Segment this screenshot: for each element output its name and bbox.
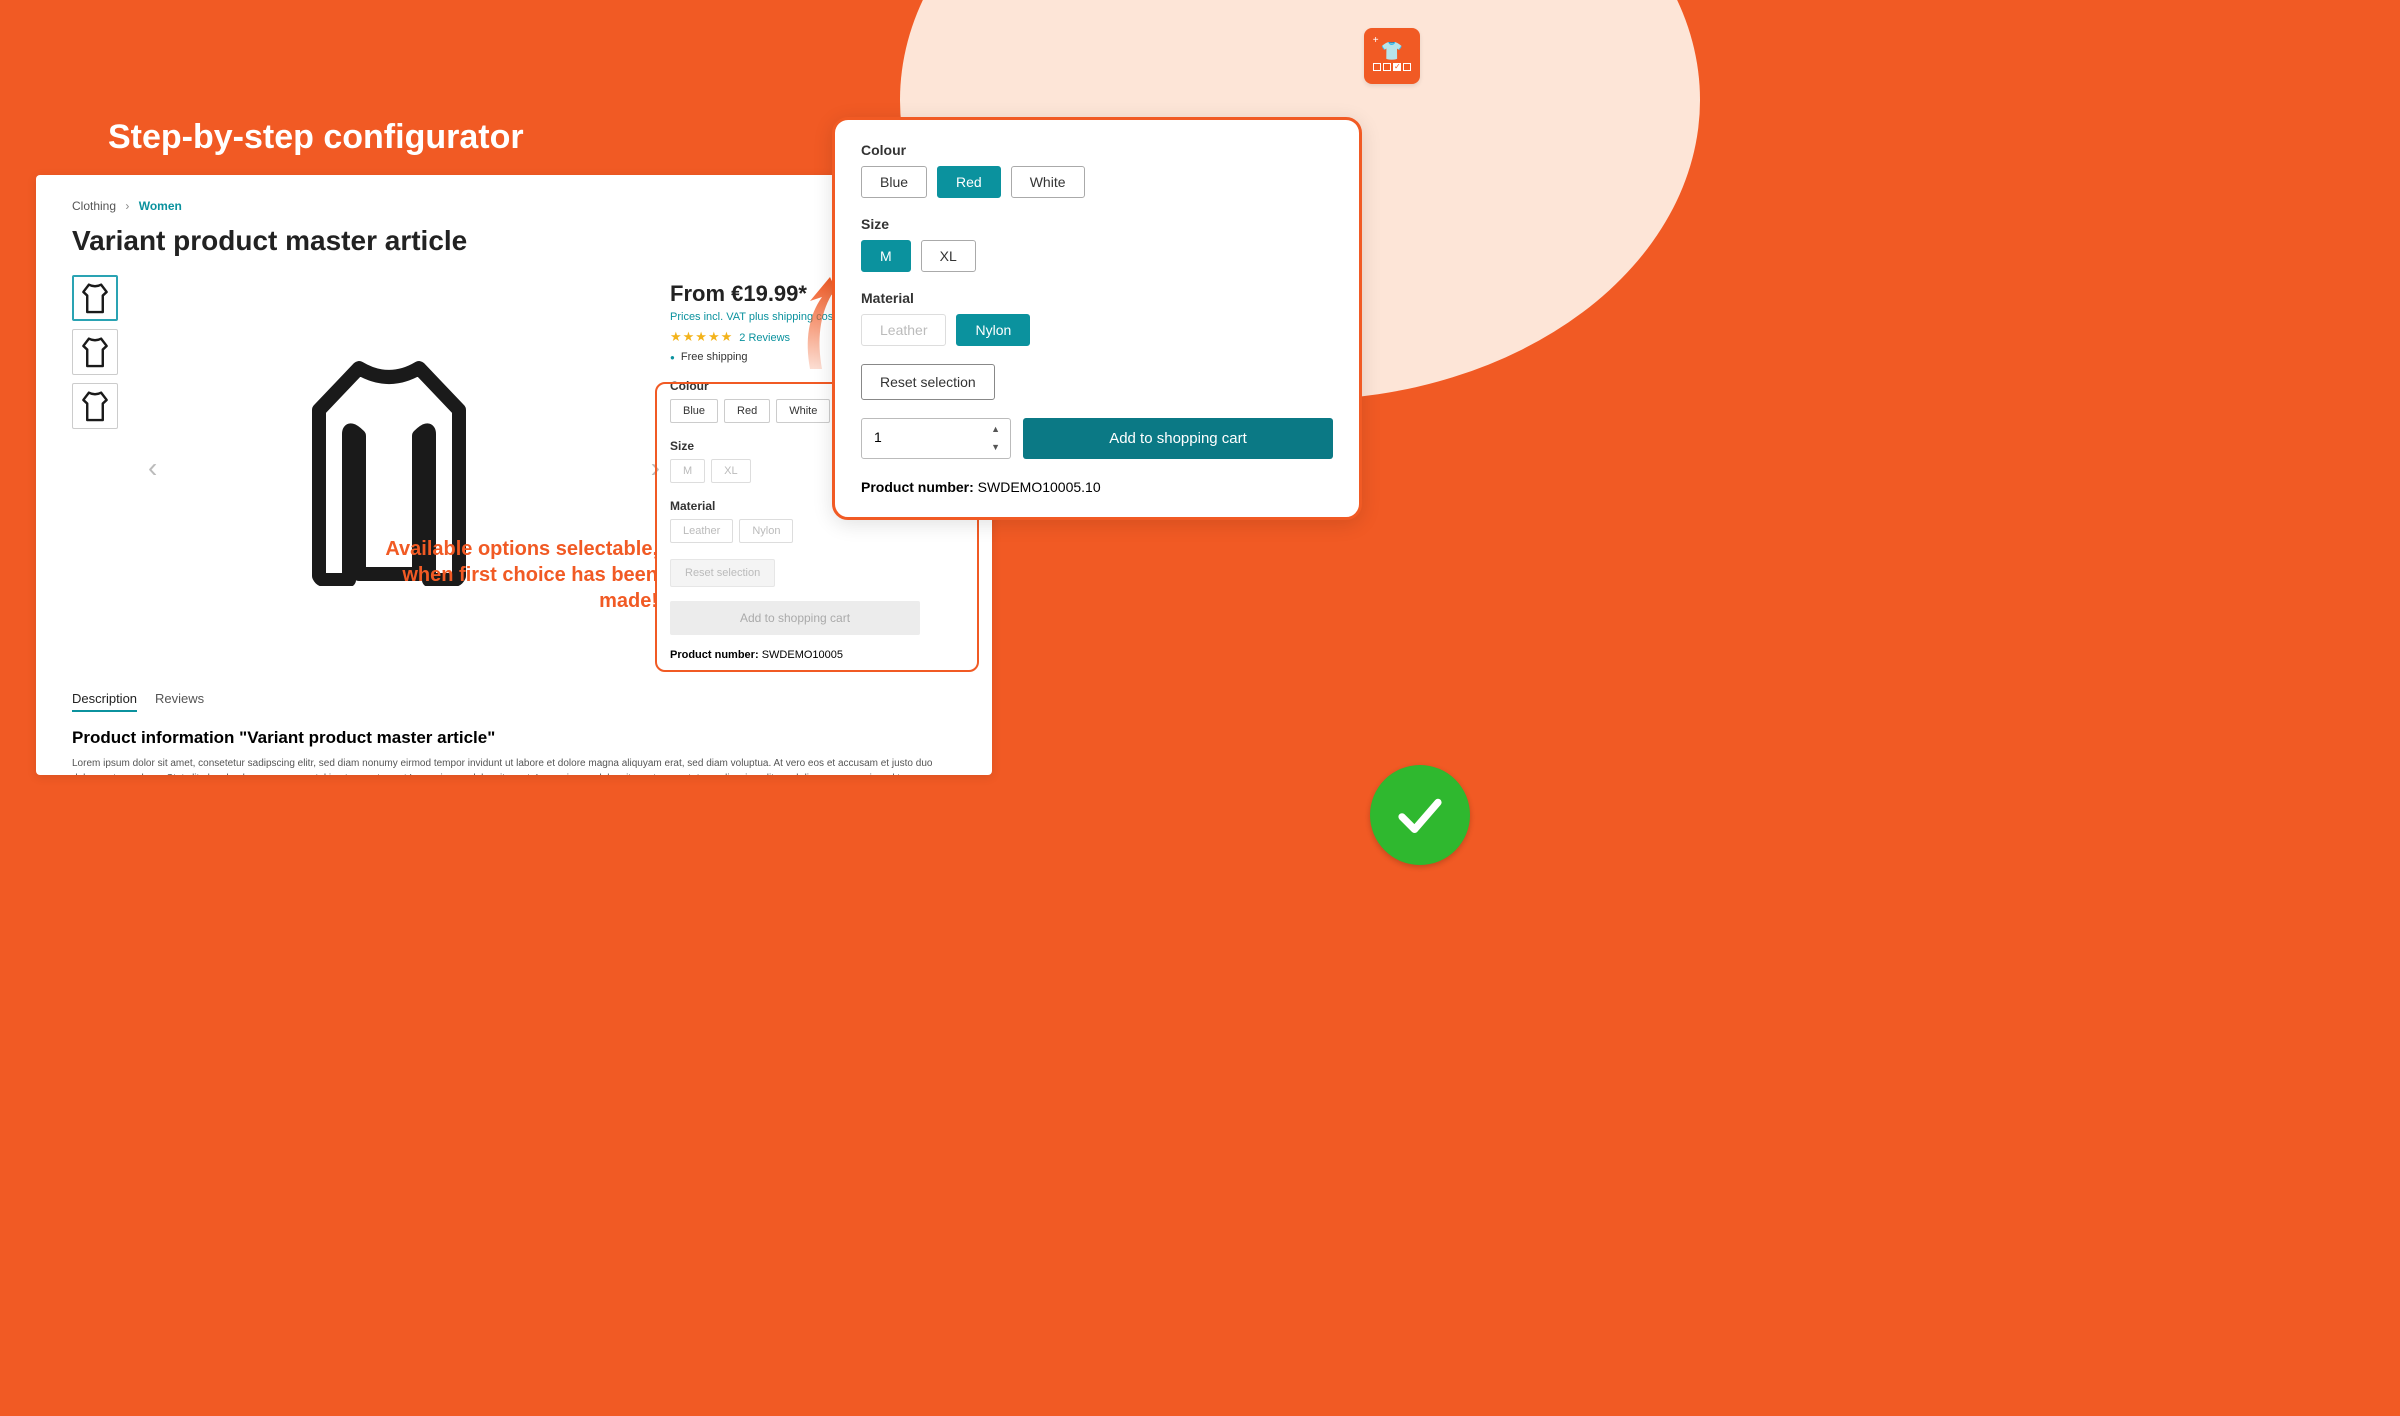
product-title: Variant product master article (72, 225, 960, 257)
prodnum-label: Product number: (670, 649, 759, 661)
product-number: Product number: SWDEMO10005.10 (861, 479, 1333, 495)
caret-up-icon[interactable]: ▲ (991, 425, 1000, 434)
colour-option[interactable]: White (776, 399, 830, 423)
tab-reviews[interactable]: Reviews (155, 691, 204, 712)
colour-option-red[interactable]: Red (937, 166, 1001, 198)
quantity-value: 1 (874, 429, 882, 445)
chevron-right-icon: › (125, 199, 129, 213)
caret-down-icon[interactable]: ▼ (991, 443, 1000, 452)
configurator-popup: Colour Blue Red White Size M XL Material… (832, 117, 1362, 520)
tab-description[interactable]: Description (72, 691, 137, 712)
reset-button[interactable]: Reset selection (861, 364, 995, 400)
prodnum-label: Product number: (861, 479, 974, 495)
thumbnail-red[interactable] (72, 275, 118, 321)
success-check-icon (1370, 765, 1470, 865)
reset-button-disabled: Reset selection (670, 559, 775, 587)
callout-left: Available options selectable, when first… (358, 536, 658, 614)
size-option-xl[interactable]: XL (921, 240, 976, 272)
product-number-small: Product number: SWDEMO10005 (670, 649, 960, 661)
quantity-stepper[interactable]: 1 ▲ ▼ (861, 418, 1011, 459)
material-label: Material (861, 290, 1333, 306)
breadcrumb: Clothing › Women (72, 199, 960, 213)
info-body: Lorem ipsum dolor sit amet, consetetur s… (72, 756, 960, 775)
breadcrumb-root[interactable]: Clothing (72, 199, 116, 213)
size-label: Size (861, 216, 1333, 232)
material-option-disabled: Nylon (739, 519, 793, 543)
tabs: Description Reviews (72, 691, 960, 712)
colour-label: Colour (861, 142, 1333, 158)
icon-boxes (1373, 63, 1411, 71)
add-to-cart-button[interactable]: Add to shopping cart (1023, 418, 1333, 459)
gallery-next-icon[interactable]: › (651, 452, 660, 484)
thumbnail-white[interactable] (72, 383, 118, 429)
colour-option[interactable]: Red (724, 399, 770, 423)
prodnum-value: SWDEMO10005.10 (978, 479, 1101, 495)
material-option-leather: Leather (861, 314, 946, 346)
add-to-cart-disabled: Add to shopping cart (670, 601, 920, 635)
colour-option-white[interactable]: White (1011, 166, 1085, 198)
size-option-disabled: XL (711, 459, 750, 483)
gallery-prev-icon[interactable]: ‹ (148, 452, 157, 484)
colour-option-blue[interactable]: Blue (861, 166, 927, 198)
reviews-link[interactable]: 2 Reviews (739, 332, 790, 344)
material-option-disabled: Leather (670, 519, 733, 543)
shirt-icon: 👕 (1381, 42, 1403, 60)
size-option-m[interactable]: M (861, 240, 911, 272)
thumbnail-blue[interactable] (72, 329, 118, 375)
breadcrumb-current[interactable]: Women (139, 199, 182, 213)
slide-title: Step-by-step configurator (108, 118, 524, 157)
thumbnail-column (72, 275, 118, 661)
material-option-nylon[interactable]: Nylon (956, 314, 1030, 346)
size-option-disabled: M (670, 459, 705, 483)
plugin-icon: 👕 (1364, 28, 1420, 84)
info-heading: Product information "Variant product mas… (72, 728, 960, 748)
prodnum-value: SWDEMO10005 (762, 649, 843, 661)
colour-option[interactable]: Blue (670, 399, 718, 423)
